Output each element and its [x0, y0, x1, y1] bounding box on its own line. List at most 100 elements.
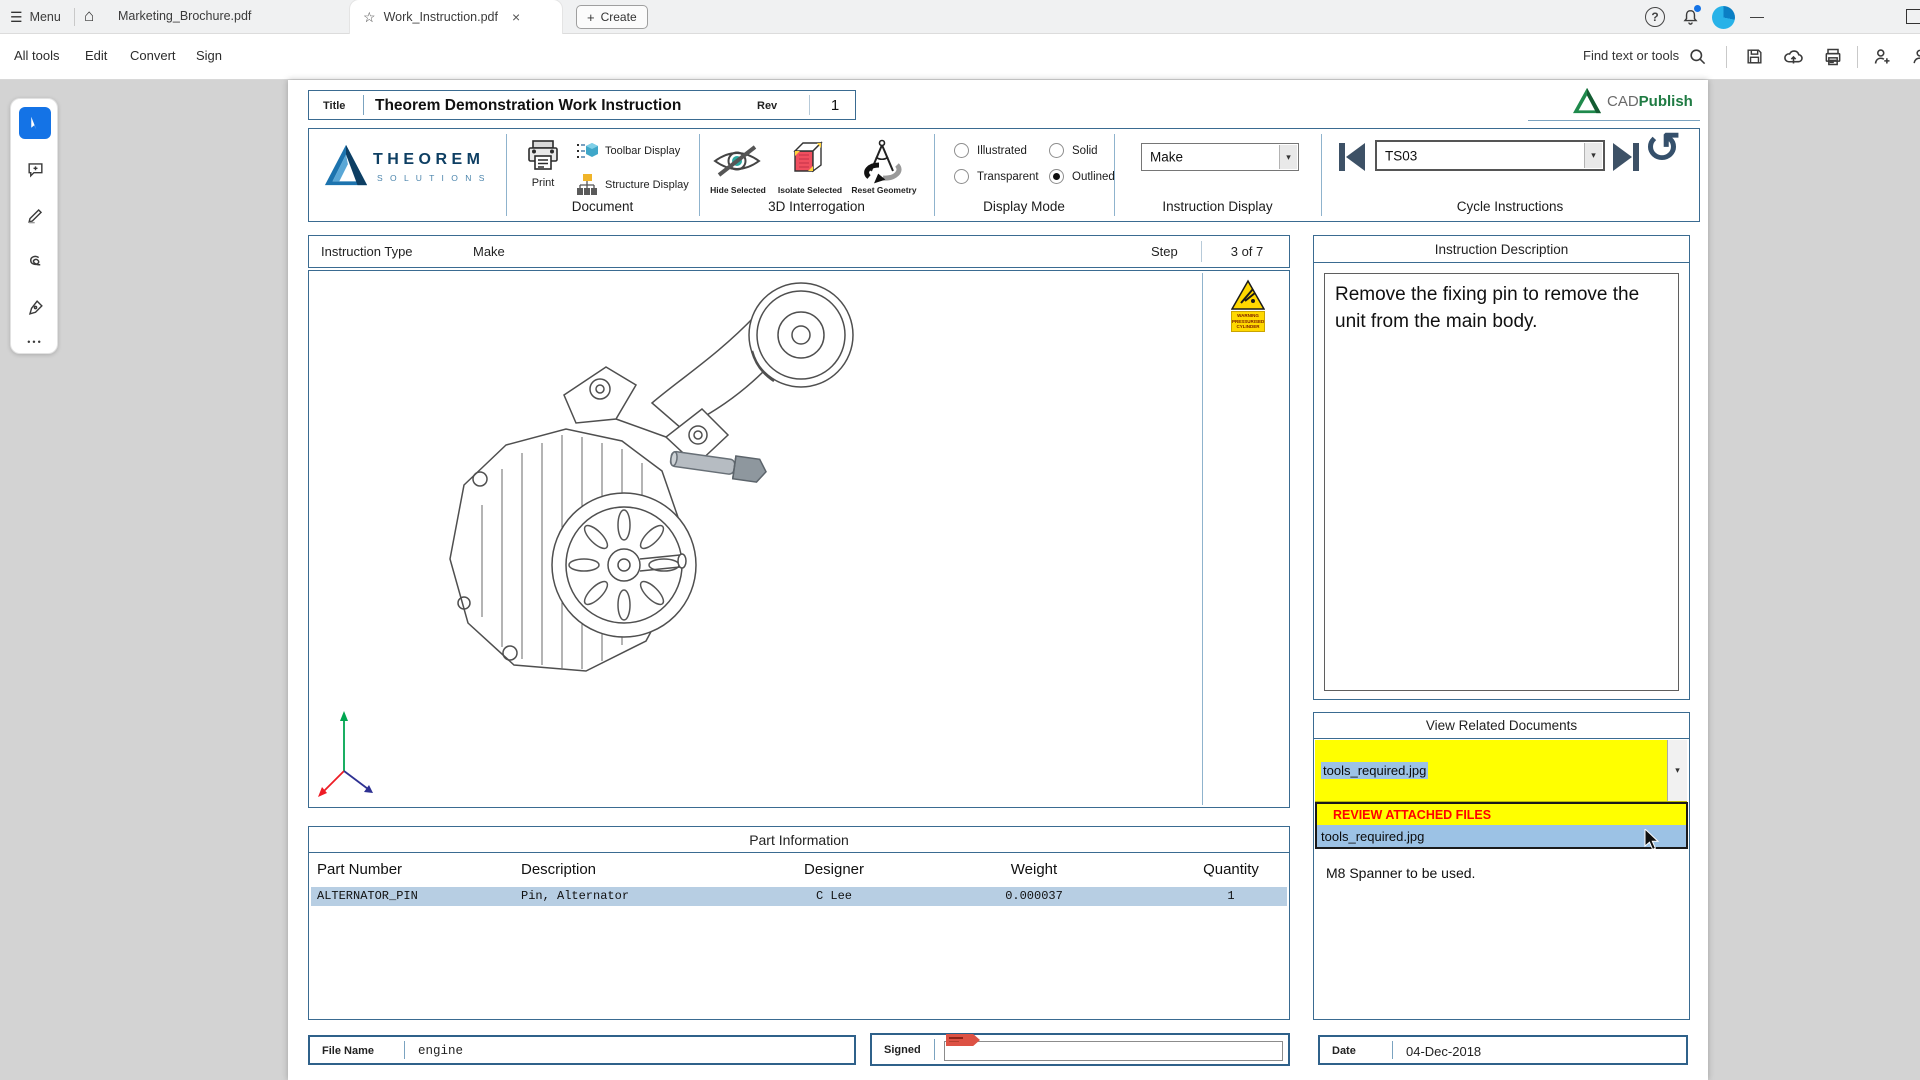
- notifications-button[interactable]: [1681, 7, 1700, 27]
- alternator-3d-model[interactable]: [314, 273, 1199, 803]
- isolate-selected-icon[interactable]: [787, 139, 827, 183]
- previous-instruction-button[interactable]: [1337, 141, 1365, 173]
- menubar-sign[interactable]: Sign: [196, 48, 222, 63]
- next-instruction-button[interactable]: [1613, 141, 1641, 173]
- menubar-edit[interactable]: Edit: [85, 48, 107, 63]
- more-tools-icon[interactable]: •••: [11, 337, 59, 347]
- radio-outlined-label: Outlined: [1072, 171, 1115, 183]
- search-icon[interactable]: [1688, 47, 1707, 66]
- viewport-3d[interactable]: WARNING PRESSURISED CYLINDER: [308, 270, 1290, 808]
- rev-label: Rev: [757, 100, 777, 112]
- highlight-tool-button[interactable]: [19, 199, 51, 231]
- instruction-type-value[interactable]: Make: [473, 244, 505, 259]
- restore-window-button[interactable]: [1906, 9, 1920, 24]
- instruction-description-text[interactable]: Remove the fixing pin to remove the unit…: [1324, 273, 1679, 691]
- part-information-panel: Part Information Part Number Description…: [308, 826, 1290, 1020]
- comment-tool-button[interactable]: [19, 153, 51, 185]
- menubar-convert[interactable]: Convert: [130, 48, 176, 63]
- signature-flag-icon[interactable]: [946, 1034, 980, 1046]
- close-tab-icon[interactable]: ×: [512, 9, 520, 25]
- instruction-display-section-caption: Instruction Display: [1114, 199, 1321, 214]
- share-cloud-upload-icon[interactable]: [1783, 46, 1804, 67]
- related-documents-combobox[interactable]: tools_required.jpg ▾: [1315, 740, 1687, 802]
- dropdown-arrow-icon[interactable]: ▾: [1584, 143, 1602, 168]
- plus-icon: +: [587, 10, 595, 25]
- viewport-divider: [1202, 273, 1203, 805]
- request-signature-icon[interactable]: [1872, 46, 1893, 67]
- dropdown-arrow-icon[interactable]: ▾: [1279, 145, 1297, 169]
- cycle-instructions-select[interactable]: TS03 ▾: [1375, 140, 1605, 171]
- radio-illustrated[interactable]: [954, 143, 969, 158]
- print-icon[interactable]: [1823, 47, 1843, 67]
- replay-instruction-button[interactable]: ↺: [1644, 123, 1681, 172]
- selected-file-value: tools_required.jpg: [1321, 762, 1428, 779]
- step-value[interactable]: 3 of 7: [1209, 244, 1285, 259]
- cadpublish-text: CADPublish: [1607, 93, 1693, 110]
- rev-value[interactable]: 1: [815, 97, 855, 114]
- menu-button[interactable]: ☰ Menu: [10, 0, 61, 34]
- tab-label: Work_Instruction.pdf: [384, 10, 498, 24]
- radio-transparent[interactable]: [954, 169, 969, 184]
- lasso-icon: [26, 252, 45, 271]
- divider: [1201, 241, 1202, 262]
- select-tool-button[interactable]: [19, 107, 51, 139]
- title-value[interactable]: Theorem Demonstration Work Instruction: [375, 97, 681, 115]
- minimize-button[interactable]: —: [1750, 8, 1764, 24]
- signature-field[interactable]: [944, 1041, 1283, 1061]
- reset-geometry-icon[interactable]: [857, 137, 907, 185]
- radio-solid[interactable]: [1049, 143, 1064, 158]
- star-icon[interactable]: ☆: [363, 9, 376, 26]
- theorem-subtitle: S O L U T I O N S: [377, 173, 487, 183]
- create-label: Create: [601, 10, 637, 24]
- hide-selected-icon[interactable]: [711, 141, 763, 181]
- date-value[interactable]: 04-Dec-2018: [1406, 1044, 1481, 1059]
- dropdown-item-tools-required[interactable]: tools_required.jpg: [1317, 825, 1686, 847]
- related-documents-panel: View Related Documents tools_required.jp…: [1313, 712, 1690, 1020]
- tab-marketing-brochure[interactable]: Marketing_Brochure.pdf: [118, 9, 251, 23]
- structure-display-label[interactable]: Structure Display: [605, 179, 689, 191]
- tab-work-instruction[interactable]: ☆ Work_Instruction.pdf ×: [350, 0, 562, 34]
- instruction-display-select[interactable]: Make ▾: [1141, 143, 1299, 171]
- printer-icon[interactable]: [525, 139, 561, 173]
- home-icon[interactable]: ⌂: [84, 6, 94, 26]
- col-description: Description: [521, 861, 596, 878]
- cadpublish-triangle-icon: [1572, 87, 1602, 115]
- structure-display-icon[interactable]: [575, 173, 599, 197]
- comment-plus-icon: [26, 160, 45, 179]
- divider: [1392, 1041, 1393, 1059]
- file-name-value[interactable]: engine: [418, 1044, 463, 1058]
- cell-quantity: 1: [1181, 889, 1281, 903]
- part-table-header-row: Part Number Description Designer Weight …: [309, 853, 1289, 885]
- pencil-icon: [26, 206, 45, 225]
- part-information-header: Part Information: [309, 827, 1289, 853]
- acrobat-window: ☰ Menu ⌂ Marketing_Brochure.pdf ☆ Work_I…: [0, 0, 1920, 1080]
- avatar[interactable]: [1712, 6, 1735, 29]
- radio-outlined[interactable]: [1049, 169, 1064, 184]
- mouse-cursor-icon: [1644, 829, 1660, 851]
- sign-tool-button[interactable]: [19, 291, 51, 323]
- divider: [1857, 46, 1858, 68]
- toolbar-display-icon[interactable]: [575, 141, 599, 163]
- instruction-type-label: Instruction Type: [321, 244, 413, 259]
- divider: [1528, 120, 1700, 121]
- menubar-all-tools[interactable]: All tools: [14, 48, 60, 63]
- save-icon[interactable]: [1745, 47, 1764, 66]
- warning-triangle-icon: [1231, 279, 1265, 311]
- cadpublish-logo: CADPublish: [1572, 84, 1700, 118]
- document-section-caption: Document: [506, 199, 699, 214]
- clipped-tool-icon[interactable]: [1910, 46, 1920, 67]
- file-name-field-group: File Name engine: [308, 1035, 856, 1065]
- signed-field-group: Signed: [870, 1033, 1290, 1066]
- document-canvas: ••• Title Theorem Demonstration Work Ins…: [0, 80, 1920, 1080]
- part-table-row[interactable]: ALTERNATOR_PIN Pin, Alternator C Lee 0.0…: [311, 887, 1287, 906]
- combobox-arrow-icon[interactable]: ▾: [1667, 740, 1687, 801]
- create-button[interactable]: + Create: [576, 5, 648, 29]
- cycle-instructions-value: TS03: [1385, 148, 1417, 163]
- interrogation-section-caption: 3D Interrogation: [699, 199, 934, 214]
- cell-designer: C Lee: [754, 889, 914, 903]
- reset-geometry-label: Reset Geometry: [849, 185, 919, 195]
- draw-tool-button[interactable]: [19, 245, 51, 277]
- help-icon[interactable]: ?: [1645, 7, 1665, 27]
- toolbar-display-label[interactable]: Toolbar Display: [605, 145, 680, 157]
- find-label[interactable]: Find text or tools: [1583, 48, 1679, 63]
